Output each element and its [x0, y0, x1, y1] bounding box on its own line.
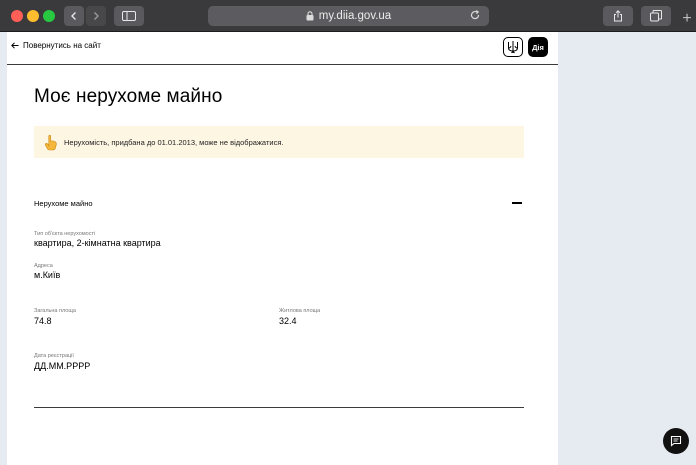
object-type-label: Тип об'єкта нерухомості	[34, 231, 96, 237]
section-title: Нерухоме майно	[34, 199, 93, 208]
living-area-label: Житлова площа	[279, 308, 321, 314]
collapse-icon[interactable]	[512, 202, 522, 204]
back-to-site-link[interactable]: Повернутись на сайт	[11, 41, 101, 50]
share-button[interactable]	[603, 6, 633, 26]
zoom-window-button[interactable]	[43, 10, 55, 22]
tabs-overview-button[interactable]	[641, 6, 671, 26]
close-window-button[interactable]	[11, 10, 23, 22]
browser-toolbar: my.diia.gov.ua +	[0, 0, 696, 32]
back-to-site-label: Повернутись на сайт	[23, 41, 101, 50]
diia-logo-text: Дія	[532, 42, 544, 52]
coat-of-arms-logo[interactable]	[503, 37, 523, 57]
url-text: my.diia.gov.ua	[318, 10, 392, 22]
address-bar[interactable]: my.diia.gov.ua	[208, 6, 489, 26]
total-area-label: Загальна площа	[34, 308, 76, 314]
page-header: Повернутись на сайт Дія	[7, 32, 558, 65]
address-value: м.Київ	[34, 270, 61, 280]
minimize-window-button[interactable]	[27, 10, 39, 22]
sidebar-toggle-button[interactable]	[114, 6, 144, 26]
pointing-finger-icon	[43, 133, 59, 151]
chat-icon	[670, 435, 682, 447]
total-area-value: 74.8	[34, 316, 52, 326]
info-notice: Нерухомість, придбана до 01.01.2013, мож…	[34, 126, 524, 158]
back-icon	[71, 12, 76, 20]
lock-icon	[306, 11, 314, 21]
tabs-icon	[650, 10, 662, 22]
sidebar-icon	[122, 11, 136, 21]
arrow-left-icon	[11, 42, 19, 49]
page-content: Повернутись на сайт Дія Моє нерухоме май…	[7, 32, 558, 465]
diia-logo[interactable]: Дія	[528, 37, 548, 57]
new-tab-button[interactable]: +	[678, 6, 696, 32]
notice-text: Нерухомість, придбана до 01.01.2013, мож…	[64, 137, 284, 147]
address-label: Адреса	[34, 263, 53, 269]
divider	[34, 407, 524, 408]
forward-button[interactable]	[86, 6, 106, 26]
back-button[interactable]	[64, 6, 84, 26]
share-icon	[614, 10, 622, 22]
forward-icon	[94, 12, 99, 20]
reload-icon[interactable]	[469, 9, 481, 21]
page-title: Моє нерухоме майно	[34, 86, 223, 107]
trident-icon	[508, 41, 518, 54]
object-type-value: квартира, 2-кімнатна квартира	[34, 238, 161, 248]
chat-button[interactable]	[663, 428, 689, 454]
registration-date-label: Дата реєстрації	[34, 353, 74, 359]
registration-date-value: ДД.ММ.РРРР	[34, 361, 91, 371]
plus-icon: +	[682, 10, 692, 27]
living-area-value: 32.4	[279, 316, 297, 326]
